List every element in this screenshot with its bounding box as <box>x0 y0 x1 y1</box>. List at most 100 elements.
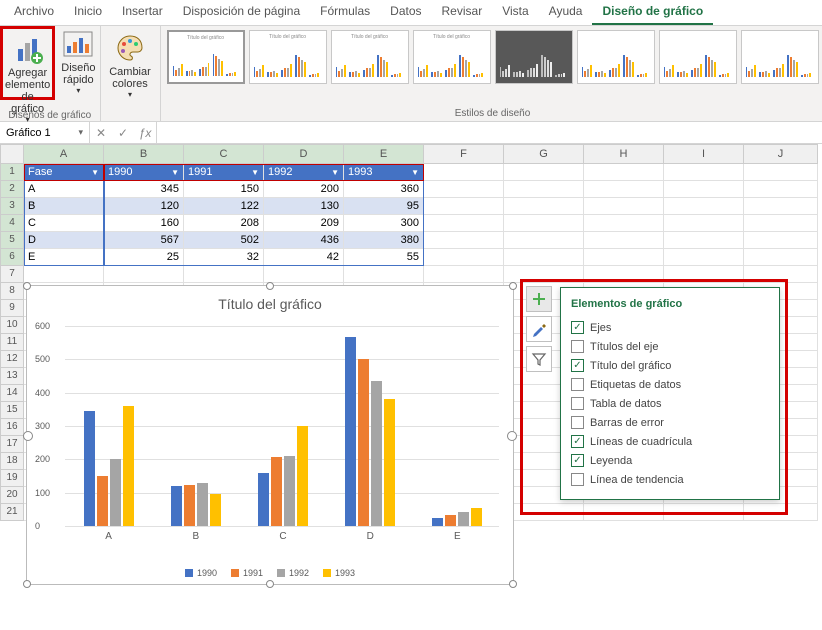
cell[interactable] <box>424 232 504 249</box>
cell[interactable]: 209 <box>264 215 344 232</box>
legend-item[interactable]: 1990 <box>185 568 217 578</box>
tab-inicio[interactable]: Inicio <box>64 0 112 25</box>
chart-styles-gallery[interactable]: Título del gráficoTítulo del gráficoTítu… <box>167 30 819 108</box>
row-header[interactable]: 19 <box>0 470 24 487</box>
tab-revisar[interactable]: Revisar <box>432 0 493 25</box>
cancel-formula-button[interactable]: ✕ <box>90 122 112 143</box>
column-header[interactable]: E <box>344 144 424 164</box>
chart-object[interactable]: Título del gráfico 0100200300400500600AB… <box>26 285 514 585</box>
column-header[interactable]: B <box>104 144 184 164</box>
cell[interactable]: C <box>24 215 104 232</box>
chart-bar[interactable] <box>284 456 295 526</box>
cell[interactable]: 502 <box>184 232 264 249</box>
row-header[interactable]: 4 <box>0 215 24 232</box>
cell[interactable] <box>504 164 584 181</box>
cell[interactable]: 1990▼ <box>104 164 184 181</box>
cell[interactable] <box>584 164 664 181</box>
row-header[interactable]: 15 <box>0 402 24 419</box>
chart-style-thumb[interactable] <box>659 30 737 84</box>
flyout-option[interactable]: ✓Ejes <box>571 318 769 337</box>
checkbox[interactable] <box>571 397 584 410</box>
column-header[interactable]: A <box>24 144 104 164</box>
legend-item[interactable]: 1993 <box>323 568 355 578</box>
cell[interactable]: 208 <box>184 215 264 232</box>
cell[interactable]: 1991▼ <box>184 164 264 181</box>
add-chart-element-button[interactable]: Agregar elemento de gráfico ▾ <box>0 26 55 100</box>
cell[interactable] <box>744 215 818 232</box>
chart-bar[interactable] <box>123 406 134 526</box>
column-header[interactable]: C <box>184 144 264 164</box>
cell[interactable] <box>744 249 818 266</box>
cell[interactable]: A <box>24 181 104 198</box>
chart-style-thumb[interactable]: Título del gráfico <box>249 30 327 84</box>
cell[interactable]: 55 <box>344 249 424 266</box>
quick-layout-button[interactable]: Diseño rápido ▾ <box>57 26 99 97</box>
fx-button[interactable]: ƒx <box>134 122 156 143</box>
cell[interactable] <box>664 249 744 266</box>
cell[interactable] <box>584 181 664 198</box>
chart-bar[interactable] <box>97 476 108 526</box>
cell[interactable] <box>424 266 504 283</box>
flyout-option[interactable]: Títulos del eje <box>571 337 769 356</box>
cell[interactable] <box>584 215 664 232</box>
row-header[interactable]: 3 <box>0 198 24 215</box>
cell[interactable]: 25 <box>104 249 184 266</box>
cell[interactable]: 1993▼ <box>344 164 424 181</box>
tab-ayuda[interactable]: Ayuda <box>539 0 593 25</box>
row-header[interactable]: 9 <box>0 300 24 317</box>
cell[interactable]: 150 <box>184 181 264 198</box>
row-header[interactable]: 7 <box>0 266 24 283</box>
change-colors-button[interactable]: Cambiar colores ▾ <box>105 30 155 101</box>
chart-bar[interactable] <box>445 515 456 526</box>
column-header[interactable]: J <box>744 144 818 164</box>
chart-bar[interactable] <box>384 399 395 526</box>
checkbox[interactable]: ✓ <box>571 359 584 372</box>
chart-bar[interactable] <box>371 381 382 526</box>
row-header[interactable]: 10 <box>0 317 24 334</box>
row-header[interactable]: 12 <box>0 351 24 368</box>
cell[interactable] <box>504 215 584 232</box>
formula-input[interactable] <box>157 122 822 143</box>
column-header[interactable]: G <box>504 144 584 164</box>
chart-style-thumb[interactable]: Título del gráfico <box>167 30 245 84</box>
chart-bar[interactable] <box>171 486 182 526</box>
cell[interactable] <box>424 164 504 181</box>
confirm-formula-button[interactable]: ✓ <box>112 122 134 143</box>
chart-bar[interactable] <box>432 518 443 526</box>
chart-style-thumb[interactable] <box>741 30 819 84</box>
cell[interactable] <box>504 232 584 249</box>
row-header[interactable]: 2 <box>0 181 24 198</box>
cell[interactable]: 32 <box>184 249 264 266</box>
cell[interactable] <box>664 181 744 198</box>
cell[interactable] <box>24 266 104 283</box>
chart-bar[interactable] <box>197 483 208 526</box>
cell[interactable]: Fase▼ <box>24 164 104 181</box>
cell[interactable] <box>504 249 584 266</box>
tab-diseño-de-gráfico[interactable]: Diseño de gráfico <box>592 0 713 25</box>
cell[interactable]: 436 <box>264 232 344 249</box>
cell[interactable]: 122 <box>184 198 264 215</box>
checkbox[interactable]: ✓ <box>571 321 584 334</box>
tab-fórmulas[interactable]: Fórmulas <box>310 0 380 25</box>
tab-archivo[interactable]: Archivo <box>4 0 64 25</box>
chart-bar[interactable] <box>471 508 482 526</box>
cell[interactable]: E <box>24 249 104 266</box>
row-header[interactable]: 18 <box>0 453 24 470</box>
cell[interactable] <box>584 198 664 215</box>
chart-bar[interactable] <box>110 459 121 526</box>
chart-title[interactable]: Título del gráfico <box>27 286 513 318</box>
row-header[interactable]: 20 <box>0 487 24 504</box>
cell[interactable] <box>424 198 504 215</box>
cell[interactable] <box>744 232 818 249</box>
checkbox[interactable]: ✓ <box>571 454 584 467</box>
flyout-option[interactable]: Etiquetas de datos <box>571 375 769 394</box>
cell[interactable]: 160 <box>104 215 184 232</box>
flyout-option[interactable]: Tabla de datos <box>571 394 769 413</box>
cell[interactable] <box>504 181 584 198</box>
chart-bar[interactable] <box>458 512 469 526</box>
cell[interactable]: 380 <box>344 232 424 249</box>
tab-vista[interactable]: Vista <box>492 0 538 25</box>
row-header[interactable]: 21 <box>0 504 24 521</box>
cell[interactable]: 1992▼ <box>264 164 344 181</box>
chart-bar[interactable] <box>184 485 195 526</box>
